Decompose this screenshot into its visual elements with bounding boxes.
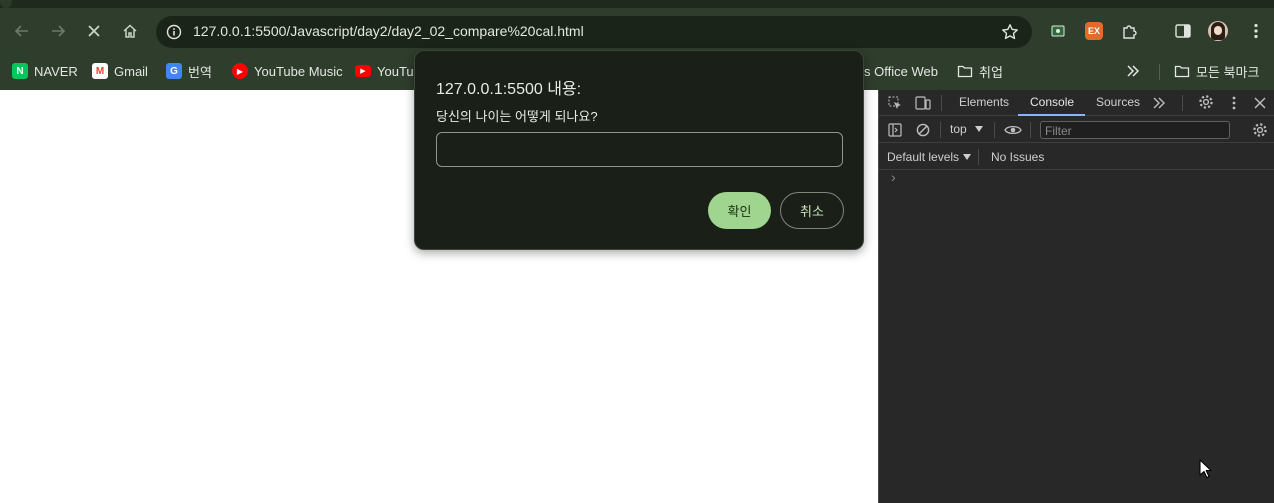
youtube-music-icon: ▶ [232, 63, 248, 79]
gmail-icon: M [92, 63, 108, 79]
all-bookmarks-folder[interactable]: 모든 북마크 [1174, 60, 1259, 82]
cancel-button[interactable]: 취소 [780, 192, 844, 229]
devtools-divider [940, 122, 941, 138]
bookmark-label: s Office Web [864, 63, 938, 79]
bookmark-label: 번역 [188, 64, 212, 80]
avatar-icon [1208, 21, 1228, 41]
console-levels-bar: Default levels No Issues [879, 144, 1274, 170]
console-prompt-icon[interactable]: › [891, 169, 896, 185]
menu-kebab-icon[interactable] [1246, 21, 1266, 41]
youtube-icon: ▶ [355, 65, 371, 77]
dialog-input-box[interactable] [436, 132, 843, 167]
tab-console[interactable]: Console [1030, 95, 1074, 109]
bookmarks-divider [1159, 64, 1160, 80]
close-devtools-icon[interactable] [1251, 94, 1269, 112]
bookmark-gmail[interactable]: M Gmail [92, 60, 148, 82]
filter-input-box[interactable] [1040, 121, 1230, 139]
translate-icon: G [166, 63, 182, 79]
back-button[interactable] [9, 18, 35, 44]
more-tabs-icon[interactable] [1150, 94, 1168, 112]
bookmark-youtube-music[interactable]: ▶ YouTube Music [232, 60, 343, 82]
devtools-divider [978, 149, 979, 165]
filter-input[interactable] [1041, 123, 1229, 139]
devtools-divider [994, 122, 995, 138]
forward-button[interactable] [45, 18, 71, 44]
devtools-divider [941, 95, 942, 111]
mouse-cursor-icon [1199, 459, 1212, 479]
bookmark-label: NAVER [34, 63, 78, 79]
dropdown-arrow-icon [963, 154, 972, 160]
bookmark-label: 취업 [979, 64, 1003, 80]
devtools-divider [1030, 122, 1031, 138]
prompt-dialog: 127.0.0.1:5500 내용: 당신의 나이는 어떻게 되나요? 확인 취… [414, 50, 864, 250]
bookmark-translate[interactable]: G 번역 [166, 60, 212, 82]
tab-sources[interactable]: Sources [1096, 95, 1140, 109]
live-expression-eye-icon[interactable] [1004, 121, 1022, 139]
ok-button[interactable]: 확인 [708, 192, 771, 229]
close-icon [88, 25, 100, 37]
context-selector[interactable]: top [950, 122, 983, 136]
console-settings-gear-icon[interactable] [1251, 121, 1269, 139]
active-tab-indicator [1018, 114, 1085, 116]
issues-button[interactable]: No Issues [991, 150, 1044, 164]
settings-gear-icon[interactable] [1197, 93, 1215, 111]
context-label: top [950, 122, 967, 136]
extension-card-icon[interactable] [1048, 21, 1068, 41]
side-panel-icon[interactable] [1173, 21, 1193, 41]
console-toolbar: top [879, 117, 1274, 143]
folder-icon [1174, 65, 1190, 78]
bookmark-folder-job[interactable]: 취업 [957, 60, 1003, 82]
bookmark-star-icon[interactable] [1000, 22, 1020, 42]
all-bookmarks-label: 모든 북마크 [1196, 64, 1260, 80]
inspect-element-icon[interactable] [886, 94, 904, 112]
arrow-left-icon [14, 25, 28, 37]
browser-toolbar: 127.0.0.1:5500/Javascript/day2/day2_02_c… [0, 8, 1274, 54]
extension-ex-icon[interactable]: EX [1084, 21, 1104, 41]
dialog-input[interactable] [437, 133, 842, 166]
folder-icon [957, 65, 973, 78]
bookmark-label: Gmail [114, 63, 148, 79]
extensions-puzzle-icon[interactable] [1120, 21, 1140, 41]
home-icon [123, 24, 137, 38]
bookmark-office[interactable]: s Office Web [864, 60, 938, 82]
device-toolbar-icon[interactable] [914, 94, 932, 112]
ext-badge: EX [1085, 22, 1103, 40]
bookmark-youtube[interactable]: ▶ YouTub [355, 60, 421, 82]
tab-strip [0, 0, 1274, 8]
address-bar[interactable]: 127.0.0.1:5500/Javascript/day2/day2_02_c… [156, 16, 1032, 48]
devtools-panel: Elements Console Sources top Filter Defa… [878, 90, 1274, 503]
sidebar-toggle-icon[interactable] [886, 121, 904, 139]
home-button[interactable] [117, 18, 143, 44]
dialog-title: 127.0.0.1:5500 내용: [436, 81, 582, 98]
profile-avatar[interactable] [1208, 21, 1228, 41]
bookmark-naver[interactable]: N NAVER [12, 60, 78, 82]
naver-icon: N [12, 63, 28, 79]
tab-left-edge[interactable] [0, 0, 12, 8]
site-info-icon[interactable] [164, 22, 184, 42]
devtools-tabbar: Elements Console Sources [879, 90, 1274, 116]
chevron-double-right-icon [1127, 65, 1140, 77]
dropdown-arrow-icon [974, 126, 983, 132]
bookmarks-overflow-button[interactable] [1126, 60, 1140, 82]
stop-button[interactable] [81, 18, 107, 44]
devtools-divider [1182, 95, 1183, 111]
levels-label: Default levels [887, 150, 960, 164]
bookmark-label: YouTube Music [254, 63, 343, 79]
dialog-message: 당신의 나이는 어떻게 되나요? [436, 109, 598, 124]
devtools-menu-icon[interactable] [1225, 94, 1243, 112]
url-text[interactable]: 127.0.0.1:5500/Javascript/day2/day2_02_c… [193, 23, 584, 39]
tab-gap [276, 0, 510, 8]
clear-console-icon[interactable] [914, 121, 932, 139]
default-levels-dropdown[interactable]: Default levels [887, 150, 972, 164]
arrow-right-icon [52, 25, 66, 37]
tab-elements[interactable]: Elements [959, 95, 1009, 109]
